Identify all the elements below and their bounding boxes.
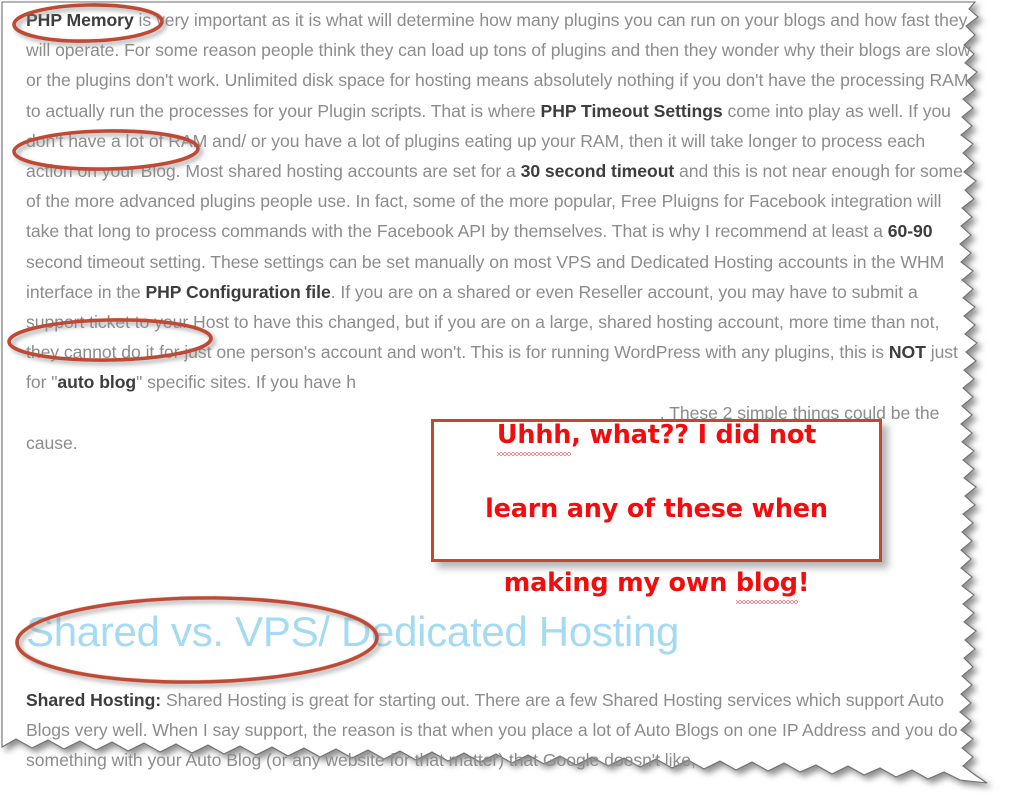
callout-text: Uhhh, what?? I did not learn any of thes… bbox=[477, 380, 836, 604]
shared-hosting-paragraph: Shared Hosting: Shared Hosting is great … bbox=[26, 690, 958, 771]
section-heading-shared-vs-vps: Shared vs. VPS/ Dedicated Hosting bbox=[26, 608, 680, 655]
callout-line3-head: making my own bbox=[503, 567, 736, 598]
screenshot-page: PHP Memory is very important as it is wh… bbox=[0, 0, 1024, 805]
callout-line2: learn any of these when bbox=[485, 493, 828, 524]
callout-word-blog: blog bbox=[735, 565, 798, 604]
callout-line3-tail: ! bbox=[797, 567, 810, 598]
annotation-callout-box: Uhhh, what?? I did not learn any of thes… bbox=[431, 419, 882, 604]
callout-line1-rest: , what?? I did not bbox=[571, 419, 817, 450]
callout-word-uhhh: Uhhh bbox=[496, 417, 572, 456]
